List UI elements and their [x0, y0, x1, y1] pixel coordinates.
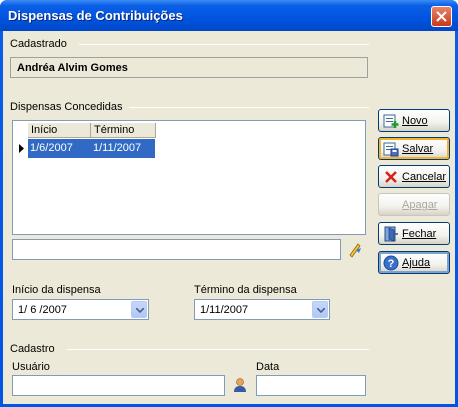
chevron-down-icon — [317, 308, 325, 313]
column-header-termino[interactable]: Término — [91, 123, 156, 138]
cadastro-divider — [67, 349, 369, 350]
inicio-dispensa-dropdown[interactable] — [131, 301, 147, 318]
termino-dispensa-dropdown[interactable] — [312, 301, 328, 318]
cadastrado-name: Andréa Alvim Gomes — [10, 57, 368, 78]
close-button[interactable] — [431, 6, 452, 27]
fechar-icon — [384, 226, 398, 242]
inicio-dispensa-datepicker[interactable]: 1/ 6 /2007 — [12, 299, 149, 320]
cell-inicio: 1/6/2007 — [30, 142, 73, 154]
dispensas-group-label: Dispensas Concedidas — [10, 101, 123, 113]
dispensas-grid[interactable]: Início Término 1/6/2007 1/11/2007 — [12, 120, 366, 235]
svg-text:?: ? — [388, 258, 395, 270]
salvar-button[interactable]: Salvar — [378, 137, 450, 160]
dialog-window: Dispensas de Contribuições Cadastrado An… — [0, 0, 458, 407]
column-header-termino-label: Término — [94, 124, 135, 136]
ajuda-button-label: Ajuda — [402, 257, 431, 269]
novo-button[interactable]: Novo — [378, 109, 450, 132]
table-row[interactable]: 1/6/2007 1/11/2007 — [28, 139, 155, 158]
cell-termino: 1/11/2007 — [93, 142, 142, 154]
apagar-button-label: Apagar — [402, 199, 438, 211]
usuario-field[interactable] — [12, 375, 225, 396]
novo-button-label: Novo — [402, 115, 428, 127]
cadastrado-group-label: Cadastrado — [10, 38, 67, 50]
title-bar: Dispensas de Contribuições — [0, 0, 458, 31]
cadastro-group-label: Cadastro — [10, 343, 55, 355]
novo-icon — [383, 114, 399, 128]
inicio-dispensa-value: 1/ 6 /2007 — [18, 304, 67, 316]
cancelar-button-label: Cancelar — [402, 171, 447, 183]
fechar-button-label: Fechar — [402, 228, 437, 240]
usuario-label: Usuário — [12, 361, 50, 373]
user-icon[interactable] — [232, 377, 248, 393]
close-icon — [436, 11, 447, 22]
note-field[interactable] — [12, 239, 341, 260]
termino-dispensa-datepicker[interactable]: 1/11/2007 — [194, 299, 330, 320]
window-title: Dispensas de Contribuições — [8, 8, 183, 23]
apagar-button[interactable]: Apagar — [378, 193, 450, 216]
cancelar-icon — [385, 171, 397, 183]
dialog-client: Cadastrado Andréa Alvim Gomes Dispensas … — [3, 31, 455, 404]
column-header-inicio-label: Início — [31, 124, 58, 136]
termino-dispensa-value: 1/11/2007 — [200, 304, 249, 316]
data-label: Data — [256, 361, 280, 373]
cadastrado-divider — [79, 44, 369, 45]
ajuda-button[interactable]: ? Ajuda — [378, 251, 450, 274]
lookup-icon[interactable] — [347, 242, 363, 258]
data-field[interactable] — [256, 375, 366, 396]
termino-dispensa-label: Término da dispensa — [194, 284, 297, 296]
chevron-down-icon — [136, 308, 144, 313]
inicio-dispensa-label: Início da dispensa — [12, 284, 101, 296]
row-indicator-icon — [15, 139, 28, 158]
dispensas-divider — [129, 107, 369, 108]
apagar-icon — [383, 197, 399, 213]
fechar-button[interactable]: Fechar — [378, 222, 450, 245]
column-header-inicio[interactable]: Início — [28, 123, 91, 138]
cancelar-button[interactable]: Cancelar — [378, 165, 450, 188]
salvar-icon — [383, 142, 399, 157]
salvar-button-label: Salvar — [402, 143, 434, 155]
ajuda-icon: ? — [383, 255, 399, 271]
